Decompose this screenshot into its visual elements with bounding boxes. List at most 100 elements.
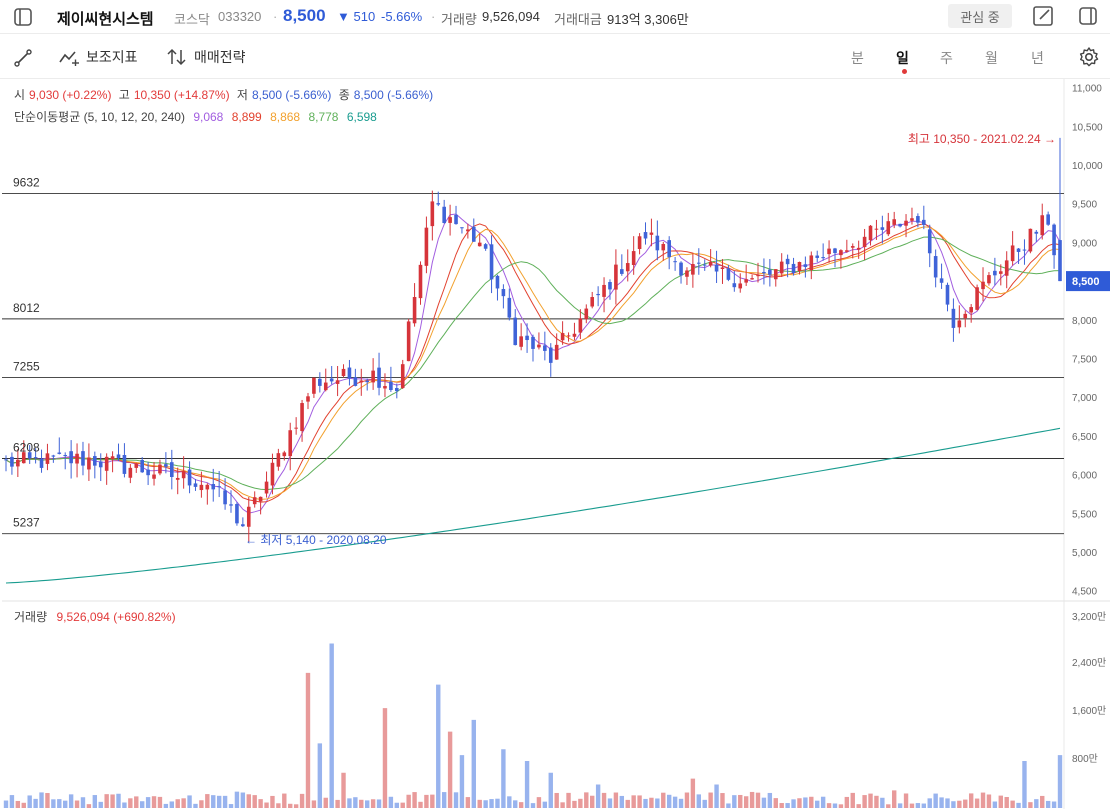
- candle-body: [691, 264, 695, 275]
- volume-bar: [104, 794, 109, 808]
- volume-bar: [542, 801, 548, 808]
- candle-body: [702, 264, 707, 266]
- candle-body: [584, 308, 589, 320]
- candle-body: [229, 504, 233, 506]
- candle-body: [768, 269, 772, 275]
- volume-bar: [625, 799, 630, 808]
- volume-bar: [933, 793, 938, 808]
- volume-bar: [1045, 800, 1051, 808]
- candle-body: [282, 452, 287, 457]
- candle-body: [252, 497, 257, 505]
- candle-body: [548, 347, 553, 363]
- candle-body: [1046, 214, 1050, 225]
- candle-body: [1022, 249, 1027, 251]
- candle-body: [412, 296, 417, 324]
- ma5-line: [5, 213, 1061, 514]
- candle-body: [16, 459, 20, 467]
- volume-bar: [678, 798, 684, 808]
- candle-body: [110, 456, 115, 459]
- candle-body: [537, 344, 541, 348]
- candle-body: [211, 484, 216, 490]
- candle-body: [809, 255, 814, 270]
- candle-body: [572, 333, 577, 337]
- volume-bar: [773, 798, 778, 808]
- candle-body: [850, 246, 855, 248]
- volume-bar: [447, 731, 453, 808]
- volume-bar: [749, 791, 755, 808]
- volume-bar: [151, 796, 157, 808]
- volume-bar: [323, 797, 328, 808]
- candle-body: [963, 313, 968, 319]
- volume-bar: [483, 800, 488, 808]
- volume-bar: [980, 792, 986, 808]
- volume-bar: [394, 802, 400, 808]
- candle-body: [181, 471, 186, 479]
- candle-body: [1034, 231, 1039, 234]
- candle-body: [667, 240, 671, 258]
- candle-body: [969, 307, 973, 313]
- volume-bar: [27, 795, 32, 808]
- volume-bar: [797, 798, 802, 808]
- volume-bar: [708, 792, 713, 808]
- candle-body: [993, 270, 997, 276]
- volume-bar: [1016, 802, 1021, 808]
- candle-body: [614, 264, 618, 290]
- candle-body: [779, 261, 784, 274]
- volume-bar: [68, 794, 74, 808]
- candle-body: [347, 367, 352, 379]
- volume-bar: [471, 719, 476, 808]
- volume-tick-label: 3,200만: [1072, 611, 1106, 623]
- min-price-annotation: ← 최저 5,140 - 2020.08.20: [245, 533, 387, 547]
- candle-body: [590, 297, 595, 307]
- volume-bar: [388, 796, 394, 808]
- volume-tick-label: 1,600만: [1072, 705, 1106, 717]
- candle-body: [175, 477, 180, 480]
- price-tick-label: 10,500: [1072, 122, 1103, 133]
- volume-bar: [134, 796, 139, 808]
- volume-bar: [619, 795, 625, 808]
- volume-bar: [743, 796, 749, 808]
- candle-body: [732, 283, 737, 288]
- candle-body: [981, 281, 985, 290]
- candle-body: [45, 453, 50, 464]
- candle-body: [815, 255, 820, 258]
- volume-bar: [868, 793, 873, 808]
- candle-body: [4, 459, 8, 461]
- candle-body: [75, 453, 79, 464]
- volume-bar: [228, 804, 234, 808]
- volume-bar: [80, 797, 86, 808]
- volume-bar: [1010, 800, 1015, 808]
- volume-bar: [696, 794, 701, 808]
- volume-bar: [513, 800, 518, 808]
- candle-body: [916, 216, 920, 223]
- candle-body: [235, 504, 239, 524]
- volume-bar: [755, 792, 761, 808]
- volume-bar: [406, 794, 411, 808]
- volume-bar: [382, 708, 388, 808]
- candle-body: [673, 261, 677, 263]
- candle-body: [51, 455, 56, 457]
- candle-body: [821, 257, 825, 259]
- volume-bar: [57, 799, 62, 808]
- candle-body: [430, 201, 435, 227]
- volume-bar: [548, 772, 553, 808]
- volume-bar: [968, 793, 974, 808]
- volume-bar: [655, 798, 660, 808]
- volume-bar: [329, 643, 334, 808]
- candle-body: [389, 381, 393, 391]
- volume-bar: [915, 803, 921, 808]
- volume-bar: [270, 795, 275, 808]
- price-tick-label: 6,000: [1072, 471, 1097, 482]
- price-chart[interactable]: 11,000 10,500 10,000 9,500 9,000 8,500 8,000 7,…: [0, 0, 1110, 809]
- volume-bar: [726, 803, 731, 808]
- candle-body: [264, 481, 269, 494]
- volume-bar: [33, 798, 38, 808]
- volume-bar: [412, 792, 417, 808]
- candle-body: [489, 244, 494, 280]
- candle-body: [649, 232, 654, 235]
- candle-body: [637, 236, 642, 249]
- volume-bar: [311, 800, 317, 808]
- volume-bar: [252, 795, 257, 808]
- candle-body: [359, 380, 364, 383]
- volume-bar: [359, 799, 364, 808]
